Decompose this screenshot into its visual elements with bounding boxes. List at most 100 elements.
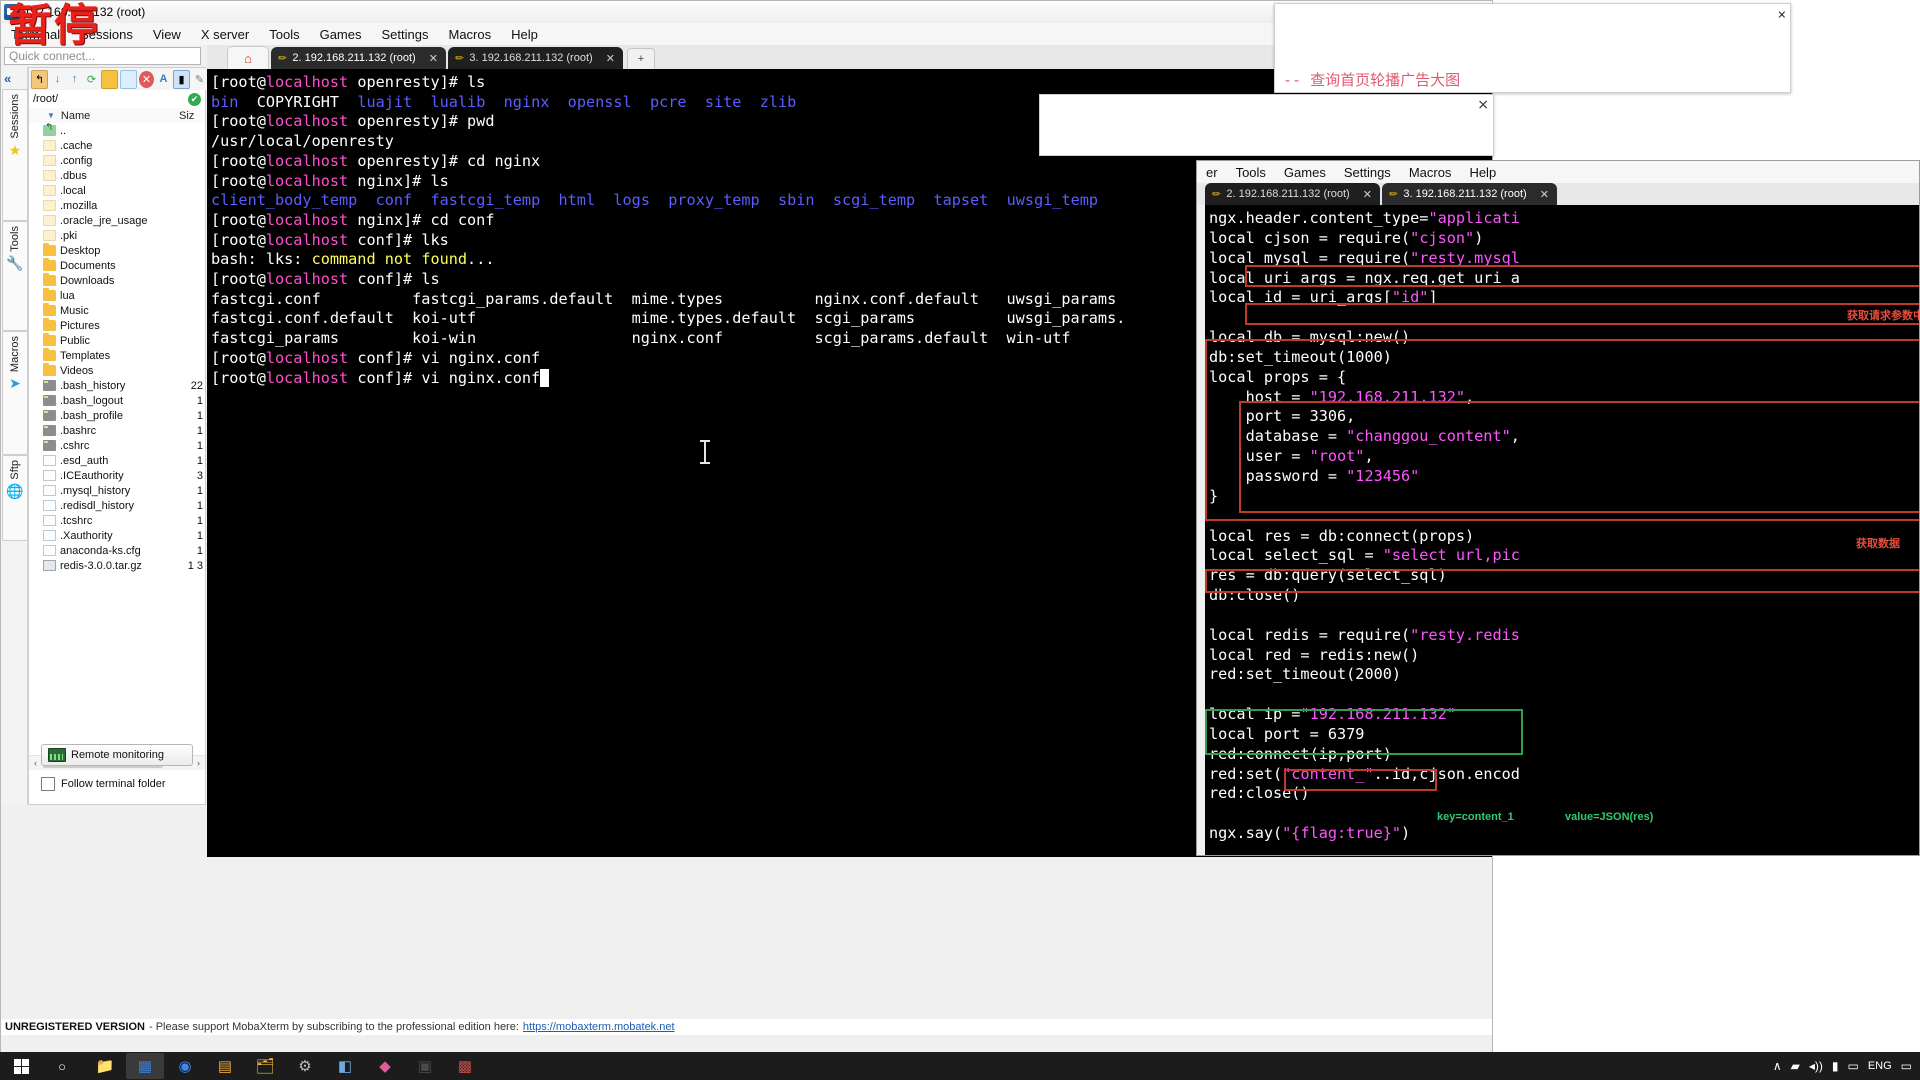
- menu-xserver[interactable]: X server: [191, 25, 259, 44]
- language-indicator[interactable]: ENG: [1868, 1060, 1892, 1072]
- list-item[interactable]: Videos: [29, 363, 205, 378]
- start-button[interactable]: [0, 1052, 42, 1080]
- file-explorer-icon[interactable]: 📁: [86, 1053, 124, 1079]
- rail-group-tools[interactable]: Tools 🔧: [2, 221, 28, 331]
- menu-view[interactable]: View: [143, 25, 191, 44]
- menu-settings[interactable]: Settings: [372, 25, 439, 44]
- upload-icon[interactable]: ↑: [67, 71, 82, 88]
- list-item[interactable]: Pictures: [29, 318, 205, 333]
- list-item[interactable]: Templates: [29, 348, 205, 363]
- idea-icon[interactable]: ◆: [366, 1053, 404, 1079]
- list-item[interactable]: .redisdl_history 1: [29, 498, 205, 513]
- scroll-right-icon[interactable]: ›: [192, 758, 205, 768]
- sql-note-window[interactable]: × -- 查询首页轮播广告大图 SELECT * FROM tb_content…: [1274, 3, 1791, 93]
- tab2-session-2[interactable]: ✎ 2. 192.168.211.132 (root) ✕: [1205, 183, 1380, 205]
- text-mode-icon[interactable]: A: [156, 71, 171, 88]
- close-icon[interactable]: ✕: [606, 52, 615, 65]
- menu-tools[interactable]: Tools: [259, 25, 309, 44]
- list-item[interactable]: redis-3.0.0.tar.gz 1 3: [29, 558, 205, 573]
- list-item[interactable]: .bashrc 1: [29, 423, 205, 438]
- list-item[interactable]: .cshrc 1: [29, 438, 205, 453]
- menu-help-2[interactable]: Help: [1460, 163, 1505, 182]
- menu-settings-2[interactable]: Settings: [1335, 163, 1400, 182]
- notification-icon[interactable]: ▭: [1901, 1059, 1912, 1073]
- close-icon[interactable]: ✕: [1363, 188, 1372, 201]
- close-icon[interactable]: ✕: [1540, 188, 1549, 201]
- list-item[interactable]: .bash_profile 1: [29, 408, 205, 423]
- tab2-session-3[interactable]: ✎ 3. 192.168.211.132 (root) ✕: [1381, 183, 1557, 205]
- up-folder-icon[interactable]: ↰: [31, 69, 48, 89]
- download-icon[interactable]: ↓: [50, 71, 65, 88]
- list-item[interactable]: ..: [29, 123, 205, 138]
- menu-help[interactable]: Help: [501, 25, 548, 44]
- menu-macros-2[interactable]: Macros: [1400, 163, 1461, 182]
- tray-chevron-icon[interactable]: ∧: [1773, 1059, 1782, 1073]
- menu-macros[interactable]: Macros: [438, 25, 501, 44]
- menu-games[interactable]: Games: [310, 25, 372, 44]
- close-icon[interactable]: ×: [1778, 5, 1786, 25]
- list-item[interactable]: .pki: [29, 228, 205, 243]
- terminal-icon[interactable]: ▣: [406, 1053, 444, 1079]
- follow-terminal-folder-row[interactable]: Follow terminal folder: [41, 776, 201, 792]
- list-item[interactable]: .oracle_jre_usage: [29, 213, 205, 228]
- close-icon[interactable]: ✕: [429, 52, 438, 65]
- home-tab[interactable]: ⌂: [227, 46, 269, 69]
- list-item[interactable]: Downloads: [29, 273, 205, 288]
- list-item[interactable]: .mysql_history 1: [29, 483, 205, 498]
- collapse-icon[interactable]: «: [4, 71, 11, 86]
- search-button[interactable]: ○: [42, 1059, 82, 1074]
- steps-note-window[interactable]: × ①Lua脚本，实现缓存操作 ②配置Nginx的Server，拦截/updat…: [1039, 94, 1494, 156]
- tab-session-2[interactable]: ✎ 2. 192.168.211.132 (root) ✕: [271, 47, 446, 69]
- chrome-icon[interactable]: ◉: [166, 1053, 204, 1079]
- list-item[interactable]: .tcshrc 1: [29, 513, 205, 528]
- list-item[interactable]: Music: [29, 303, 205, 318]
- follow-terminal-checkbox[interactable]: [41, 777, 55, 791]
- mobaxterm-icon[interactable]: ▦: [126, 1053, 164, 1079]
- sftp-file-list[interactable]: .. .cache .config .dbus .local .mozilla .oracl…: [29, 123, 205, 773]
- list-item[interactable]: Documents: [29, 258, 205, 273]
- menu-games-2[interactable]: Games: [1275, 163, 1335, 182]
- tab-session-3[interactable]: ✎ 3. 192.168.211.132 (root) ✕: [447, 47, 623, 69]
- column-name[interactable]: Name: [61, 110, 179, 122]
- list-item[interactable]: .bash_history 22: [29, 378, 205, 393]
- folder-icon[interactable]: 🗂: [246, 1053, 284, 1079]
- remote-monitoring-button[interactable]: Remote monitoring: [41, 744, 193, 766]
- list-item[interactable]: lua: [29, 288, 205, 303]
- menu-xserver-partial[interactable]: er: [1197, 163, 1227, 182]
- close-icon[interactable]: ×: [1477, 96, 1489, 115]
- list-item[interactable]: Public: [29, 333, 205, 348]
- app-icon[interactable]: ▩: [446, 1053, 484, 1079]
- list-item[interactable]: .Xauthority 1: [29, 528, 205, 543]
- rail-group-sftp[interactable]: Sftp 🌐: [2, 455, 28, 541]
- volume-icon[interactable]: ◂)): [1809, 1059, 1823, 1073]
- settings-icon[interactable]: ⚙: [286, 1053, 324, 1079]
- sftp-path-row[interactable]: /root/ ✔: [29, 90, 205, 109]
- delete-icon[interactable]: ✕: [139, 70, 154, 88]
- list-item[interactable]: .local: [29, 183, 205, 198]
- list-item[interactable]: .cache: [29, 138, 205, 153]
- refresh-icon[interactable]: ⟳: [84, 71, 99, 88]
- network-icon[interactable]: ▰: [1791, 1059, 1800, 1073]
- column-size[interactable]: Siz: [179, 110, 205, 122]
- editor-icon[interactable]: ◧: [326, 1053, 364, 1079]
- status-link[interactable]: https://mobaxterm.mobatek.net: [523, 1021, 675, 1033]
- list-item[interactable]: .config: [29, 153, 205, 168]
- lua-code-editor[interactable]: ngx.header.content_type="applicati local …: [1205, 205, 1919, 855]
- usb-icon[interactable]: ▮: [173, 69, 190, 89]
- rail-group-macros[interactable]: Macros ➤: [2, 331, 28, 455]
- add-tab-button[interactable]: +: [626, 48, 655, 69]
- battery-icon[interactable]: ▮: [1832, 1059, 1839, 1073]
- list-item[interactable]: .bash_logout 1: [29, 393, 205, 408]
- list-item[interactable]: anaconda-ks.cfg 1: [29, 543, 205, 558]
- rail-group-sessions[interactable]: Sessions ★: [2, 89, 28, 221]
- list-item[interactable]: .dbus: [29, 168, 205, 183]
- list-item[interactable]: Desktop: [29, 243, 205, 258]
- edit-icon[interactable]: ✎: [192, 71, 207, 88]
- list-item[interactable]: .ICEauthority 3: [29, 468, 205, 483]
- new-folder-icon[interactable]: [101, 69, 118, 89]
- new-file-icon[interactable]: [120, 69, 137, 89]
- sort-arrow-icon[interactable]: ▼: [47, 111, 55, 120]
- input-indicator-icon[interactable]: ▭: [1847, 1059, 1858, 1073]
- notepad-icon[interactable]: ▤: [206, 1053, 244, 1079]
- list-item[interactable]: .mozilla: [29, 198, 205, 213]
